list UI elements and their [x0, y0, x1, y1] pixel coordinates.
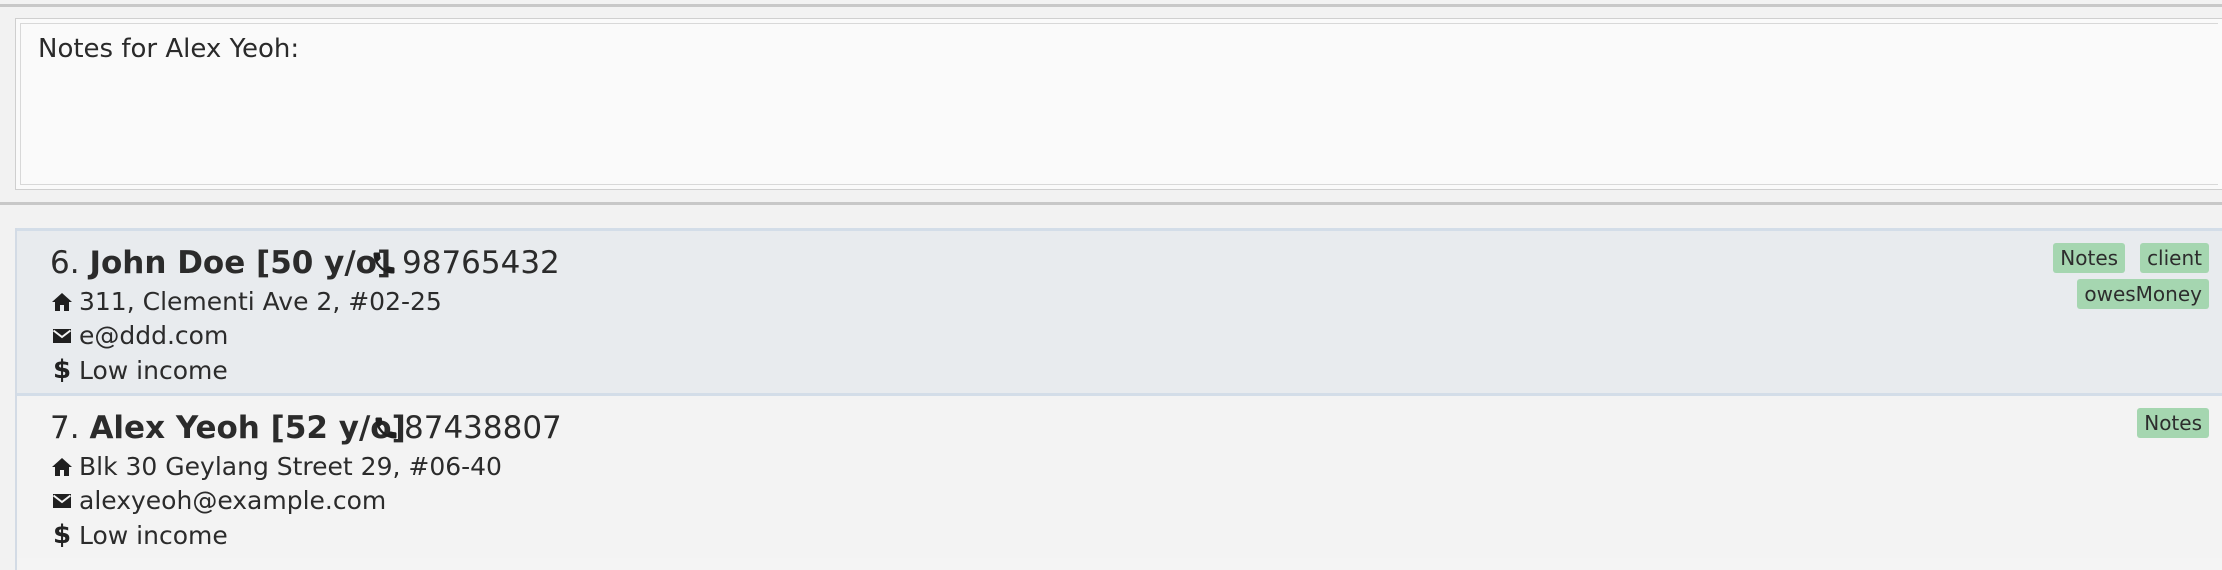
- phone-number: 87438807: [404, 410, 562, 446]
- phone-icon: [372, 414, 400, 442]
- person-email: e@ddd.com: [50, 321, 228, 350]
- phone-number: 98765432: [402, 245, 560, 281]
- income-text: Low income: [79, 520, 228, 550]
- top-divider: [0, 4, 2222, 7]
- person-list[interactable]: 6. John Doe [50 y/o] 98765432 311, Cleme…: [15, 228, 2222, 570]
- phone-icon: [370, 249, 398, 277]
- notes-text-area[interactable]: Notes for Alex Yeoh:: [20, 23, 2218, 185]
- tag-badge: owesMoney: [2077, 279, 2209, 309]
- person-address: 311, Clementi Ave 2, #02-25: [50, 287, 442, 316]
- person-index: 7.: [50, 410, 80, 446]
- tag-list: Notes: [1949, 408, 2209, 438]
- person-phone: 98765432: [370, 245, 560, 281]
- person-income: $ Low income: [50, 520, 228, 550]
- email-text: alexyeoh@example.com: [79, 486, 387, 515]
- person-name: John Doe [50 y/o]: [89, 245, 392, 281]
- app-window: Notes for Alex Yeoh: 6. John Doe [50 y/o…: [0, 0, 2222, 570]
- dollar-icon: $: [52, 520, 72, 550]
- tag-list: Notes client owesMoney: [1949, 243, 2209, 309]
- address-text: 311, Clementi Ave 2, #02-25: [79, 287, 442, 316]
- person-title: 6. John Doe [50 y/o]: [50, 245, 391, 281]
- person-card-alex-yeoh[interactable]: 7. Alex Yeoh [52 y/o] 87438807 Blk 30 Ge…: [17, 393, 2222, 558]
- tag-badge: Notes: [2137, 408, 2209, 438]
- email-text: e@ddd.com: [79, 321, 229, 350]
- income-text: Low income: [79, 355, 228, 385]
- tag-badge: client: [2140, 243, 2209, 273]
- person-title: 7. Alex Yeoh [52 y/o]: [50, 410, 406, 446]
- address-text: Blk 30 Geylang Street 29, #06-40: [79, 452, 502, 481]
- person-income: $ Low income: [50, 355, 228, 385]
- person-email: alexyeoh@example.com: [50, 486, 386, 515]
- notes-panel: Notes for Alex Yeoh:: [15, 18, 2222, 190]
- home-icon: [50, 290, 74, 314]
- mail-icon: [50, 324, 74, 348]
- tag-badge: Notes: [2053, 243, 2126, 273]
- person-card-john-doe[interactable]: 6. John Doe [50 y/o] 98765432 311, Cleme…: [17, 228, 2222, 393]
- dollar-icon: $: [52, 355, 72, 385]
- person-name: Alex Yeoh [52 y/o]: [89, 410, 406, 446]
- person-address: Blk 30 Geylang Street 29, #06-40: [50, 452, 502, 481]
- person-phone: 87438807: [372, 410, 562, 446]
- split-divider[interactable]: [0, 202, 2222, 205]
- home-icon: [50, 455, 74, 479]
- mail-icon: [50, 489, 74, 513]
- person-index: 6.: [50, 245, 80, 281]
- notes-label: Notes for Alex Yeoh:: [38, 34, 300, 64]
